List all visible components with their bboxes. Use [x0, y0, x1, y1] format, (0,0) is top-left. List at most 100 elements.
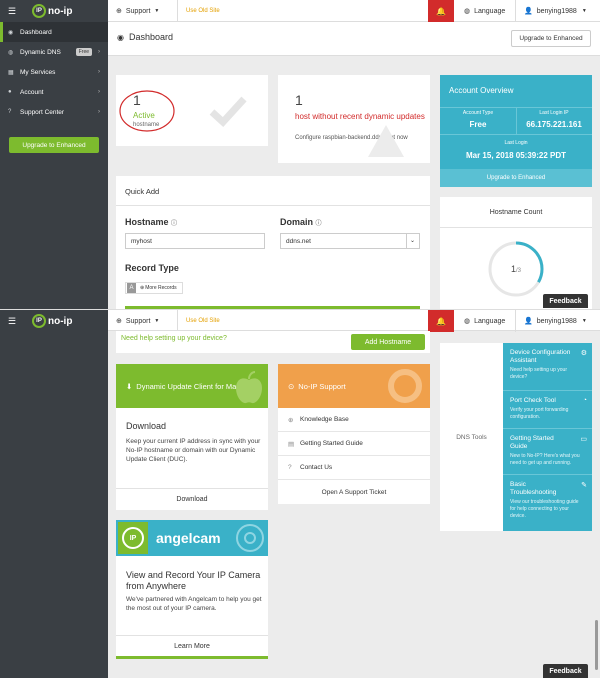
- question-icon: ?: [288, 464, 292, 471]
- upgrade-button[interactable]: Upgrade to Enhanced: [9, 137, 99, 153]
- dashboard-icon: ◉: [8, 29, 14, 36]
- user-menu[interactable]: 👤 benying1988 ▼: [524, 310, 587, 332]
- gear-icon: ⚙: [580, 350, 587, 357]
- no-recent-updates-card[interactable]: 1 host without recent dynamic updates Co…: [278, 75, 430, 163]
- dns-tools-list: Device Configuration Assistant Need help…: [503, 343, 592, 531]
- account-overview-card: Account Overview Account Type Free Last …: [440, 75, 592, 187]
- sidebar-item-account[interactable]: ● Account ›: [0, 82, 108, 102]
- troubleshooting-tool[interactable]: Basic Troubleshooting View our troublesh…: [503, 475, 592, 531]
- notification-bell-icon[interactable]: 🔔: [428, 310, 454, 332]
- last-ip-value: 66.175.221.161: [526, 120, 582, 129]
- language-menu[interactable]: ◍ Language: [464, 310, 505, 332]
- wrench-icon: ✎: [581, 482, 587, 489]
- feedback-button[interactable]: Feedback: [543, 294, 588, 308]
- free-badge: Free: [75, 48, 92, 56]
- camera-icon: [236, 524, 264, 552]
- record-type-selector[interactable]: A ⊕ More Records: [125, 282, 183, 294]
- language-menu[interactable]: ◍ Language: [464, 0, 505, 22]
- tool-title: Getting Started Guide: [510, 435, 554, 450]
- chevron-down-icon: ▼: [154, 318, 160, 324]
- device-config-tool[interactable]: Device Configuration Assistant Need help…: [503, 343, 592, 391]
- dashboard-icon: ◉: [117, 32, 124, 42]
- user-name: benying1988: [536, 317, 577, 325]
- active-hostnames-card[interactable]: 1 Active hostname: [116, 75, 268, 146]
- lifebuoy-large-icon: [388, 369, 422, 403]
- knowledge-base-link[interactable]: ⊕ Knowledge Base: [278, 408, 430, 432]
- tool-title: Basic Troubleshooting: [510, 481, 557, 496]
- account-title: Account Overview: [449, 86, 514, 95]
- angelcam-desc: We've partnered with Angelcam to help yo…: [126, 596, 262, 612]
- contact-us-link[interactable]: ? Contact Us: [278, 456, 430, 480]
- user-icon: 👤: [524, 8, 533, 15]
- book-icon: ▤: [288, 440, 295, 448]
- tool-desc: Need help setting up your device?: [510, 367, 567, 380]
- lifebuoy-icon: ⊙: [288, 381, 295, 391]
- angelcam-logo-text: angelcam: [156, 530, 221, 546]
- quick-add-title: Quick Add: [125, 187, 160, 196]
- logo-area: ☰ IP no-ip: [0, 0, 108, 22]
- grid-icon: ▦: [8, 69, 14, 76]
- page-title-text: Dashboard: [128, 32, 174, 42]
- sidebar-item-my-services[interactable]: ▦ My Services ›: [0, 62, 108, 82]
- angelcam-header: IP angelcam: [116, 520, 268, 556]
- sidebar-lower: [0, 331, 108, 678]
- feedback-button[interactable]: Feedback: [543, 664, 588, 678]
- angelcam-card: IP angelcam View and Record Your IP Came…: [116, 520, 268, 659]
- quick-add-card: Quick Add Hostname ⓘ myhost Domain ⓘ ddn…: [116, 176, 430, 309]
- noip-support-card: ⊙ No-IP Support ⊕ Knowledge Base ▤ Getting …: [278, 364, 430, 504]
- scrollbar-thumb[interactable]: [595, 620, 598, 670]
- support-title: No-IP Support: [298, 381, 346, 391]
- sidebar-item-dynamic-dns[interactable]: ◍ Dynamic DNS Free ›: [0, 42, 108, 62]
- noip-badge: IP: [118, 522, 148, 554]
- support-menu[interactable]: ⊕ Support ▼: [116, 0, 159, 22]
- sidebar-item-label: Support Center: [20, 108, 65, 116]
- sidebar-item-support-center[interactable]: ? Support Center ›: [0, 102, 108, 122]
- upgrade-enhanced-button[interactable]: Upgrade to Enhanced: [511, 30, 591, 47]
- getting-started-link[interactable]: ▤ Getting Started Guide: [278, 432, 430, 456]
- page-title: ◉ Dashboard: [117, 32, 173, 42]
- domain-select[interactable]: ddns.net ⌄: [280, 233, 420, 249]
- chevron-right-icon: ›: [98, 109, 100, 115]
- support-item-label: Knowledge Base: [300, 416, 349, 423]
- add-hostname-button[interactable]: Add Hostname: [351, 334, 425, 350]
- domain-value: ddns.net: [286, 238, 311, 245]
- globe-icon: ◍: [464, 8, 471, 15]
- duc-heading: Download: [126, 421, 167, 431]
- logo[interactable]: IP no-ip: [32, 4, 72, 18]
- logo-text: no-ip: [48, 5, 73, 17]
- download-icon: ⬇: [126, 381, 133, 391]
- logo[interactable]: IP no-ip: [32, 314, 72, 328]
- page-header: ◉ Dashboard Upgrade to Enhanced: [108, 22, 600, 56]
- top-bar-duplicate: ☰ IP no-ip ⊕ Support ▼ Use Old Site 🔔 ◍ Lan…: [0, 309, 600, 332]
- notification-bell-icon[interactable]: 🔔: [428, 0, 454, 22]
- help-text[interactable]: Need help setting up your device?: [121, 335, 227, 342]
- sidebar-item-dashboard[interactable]: ◉ Dashboard: [0, 22, 108, 42]
- user-menu[interactable]: 👤 benying1988 ▼: [524, 0, 587, 22]
- support-ticket-link[interactable]: Open A Support Ticket: [278, 480, 430, 504]
- record-type-a[interactable]: A: [127, 283, 136, 293]
- sidebar-item-label: Account: [20, 88, 44, 96]
- learn-more-link[interactable]: Learn More: [116, 636, 268, 656]
- support-icon: ⊕: [116, 318, 122, 325]
- apple-icon: [236, 371, 262, 404]
- tool-desc: Verify your port forwarding configuratio…: [510, 407, 569, 420]
- more-records-label[interactable]: More Records: [145, 285, 176, 291]
- duc-card: ⬇ Dynamic Update Client for Mac Download …: [116, 364, 268, 510]
- recent-title: host without recent dynamic updates: [295, 112, 425, 121]
- support-menu[interactable]: ⊕ Support ▼: [116, 310, 159, 332]
- old-site-link[interactable]: Use Old Site: [186, 310, 220, 332]
- duc-download-link[interactable]: Download: [116, 489, 268, 510]
- account-upgrade-link[interactable]: Upgrade to Enhanced: [440, 169, 592, 187]
- chevron-down-icon: ▼: [581, 8, 587, 14]
- hostname-count-value: 1/3: [486, 264, 546, 274]
- hostname-input[interactable]: myhost: [125, 233, 265, 249]
- menu-toggle-icon[interactable]: ☰: [8, 316, 22, 327]
- menu-toggle-icon[interactable]: ☰: [8, 6, 22, 17]
- last-login-value: Mar 15, 2018 05:39:22 PDT: [465, 151, 567, 160]
- chevron-down-icon: ▼: [154, 8, 160, 14]
- old-site-link[interactable]: Use Old Site: [186, 0, 220, 22]
- logo-mark: IP: [122, 527, 144, 549]
- user-name: benying1988: [536, 7, 577, 15]
- getting-started-tool[interactable]: Getting Started Guide New to No-IP? Here…: [503, 429, 592, 475]
- port-check-tool[interactable]: Port Check Tool Verify your port forward…: [503, 391, 592, 429]
